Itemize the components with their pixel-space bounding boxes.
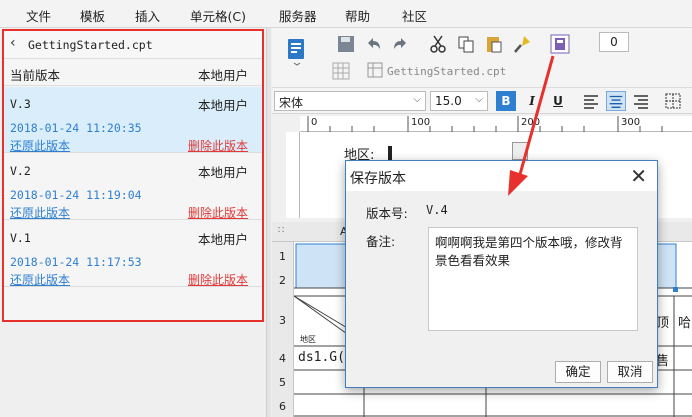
- border-icon[interactable]: [664, 92, 682, 110]
- restore-version-link[interactable]: 还原此版本: [10, 204, 70, 221]
- undo-icon[interactable]: [364, 34, 384, 54]
- version-save-icon[interactable]: [550, 34, 570, 54]
- row-number[interactable]: 3: [279, 314, 286, 327]
- horizontal-ruler: 0 100 200 300: [300, 116, 692, 132]
- cell-region-label: 地区: [300, 335, 316, 344]
- vertical-ruler: [286, 132, 300, 218]
- version-number: V.2: [10, 164, 31, 178]
- version-panel-header: ‹ GettingStarted.cpt: [4, 31, 262, 59]
- menu-community[interactable]: 社区: [402, 6, 427, 25]
- cut-icon[interactable]: [428, 34, 448, 54]
- chevron-down-icon: ⌵: [475, 94, 483, 105]
- version-panel-file-name: GettingStarted.cpt: [28, 38, 153, 52]
- copy-icon[interactable]: [456, 34, 476, 54]
- chevron-down-icon: ⌵: [413, 94, 421, 105]
- main-toolbar: 0 GettingStarted.cpt: [272, 28, 692, 88]
- chevron-left-icon[interactable]: ‹: [10, 35, 16, 51]
- delete-version-link[interactable]: 删除此版本: [188, 137, 248, 154]
- version-timestamp: 2018-01-24 11:19:04: [10, 188, 142, 202]
- row-header: 1 2 3 4 5 6: [272, 242, 294, 417]
- dialog-title: 保存版本: [350, 171, 406, 187]
- menu-template[interactable]: 模板: [80, 6, 105, 25]
- font-name: 宋体: [279, 96, 304, 110]
- new-template-icon[interactable]: [286, 38, 308, 66]
- ruler-tick-label: 0: [311, 117, 318, 128]
- version-timestamp: 2018-01-24 11:17:53: [10, 255, 142, 269]
- parameter-widget[interactable]: [388, 146, 392, 160]
- version-user: 本地用户: [197, 232, 248, 247]
- align-right-icon[interactable]: [632, 92, 650, 110]
- row-number[interactable]: 6: [279, 400, 286, 413]
- font-size-value: 15.0: [435, 94, 462, 108]
- current-version-heading: 当前版本: [10, 68, 61, 83]
- version-timestamp: 2018-01-24 11:20:35: [10, 121, 142, 135]
- row-number[interactable]: 4: [279, 352, 286, 365]
- row-number[interactable]: 1: [279, 250, 286, 263]
- redo-icon[interactable]: [390, 34, 410, 54]
- paste-icon[interactable]: [484, 34, 504, 54]
- note-textarea[interactable]: 啊啊啊我是第四个版本哦，修改背景色看看效果: [428, 227, 638, 331]
- template-tab-label[interactable]: GettingStarted.cpt: [387, 65, 506, 78]
- save-icon[interactable]: [336, 34, 356, 54]
- row-number[interactable]: 2: [279, 274, 286, 287]
- parameter-button[interactable]: [512, 142, 528, 160]
- delete-version-link[interactable]: 删除此版本: [188, 271, 248, 288]
- cancel-button[interactable]: 取消: [607, 361, 653, 383]
- version-list-header: 当前版本 本地用户: [4, 60, 262, 86]
- version-number: V.1: [10, 231, 31, 245]
- save-version-dialog: 保存版本 ✕ 版本号: V.4 备注: 啊啊啊我是第四个版本哦，修改背景色看看效…: [345, 160, 658, 388]
- menu-insert[interactable]: 插入: [135, 6, 160, 25]
- version-user: 本地用户: [197, 165, 248, 180]
- underline-button[interactable]: U: [550, 91, 566, 111]
- note-label: 备注:: [366, 234, 396, 249]
- cell-text[interactable]: 哈: [678, 312, 691, 331]
- grid-corner-icon[interactable]: ∷: [278, 225, 284, 236]
- row-number[interactable]: 5: [279, 376, 286, 389]
- italic-button[interactable]: I: [524, 91, 540, 111]
- delete-version-link[interactable]: 删除此版本: [188, 204, 248, 221]
- menu-server[interactable]: 服务器: [279, 6, 317, 25]
- version-panel: ‹ GettingStarted.cpt 当前版本 本地用户 V.3 本地用户 …: [2, 29, 264, 322]
- version-row-v2[interactable]: V.2 本地用户 2018-01-24 11:19:04 还原此版本 删除此版本: [4, 154, 262, 220]
- counter-field[interactable]: 0: [599, 32, 629, 52]
- version-row-v1[interactable]: V.1 本地用户 2018-01-24 11:17:53 还原此版本 删除此版本: [4, 221, 262, 287]
- restore-version-link[interactable]: 还原此版本: [10, 137, 70, 154]
- ruler-tick-label: 300: [621, 117, 641, 128]
- align-left-icon[interactable]: [582, 92, 600, 110]
- grid-icon[interactable]: [332, 62, 350, 80]
- menu-help[interactable]: 帮助: [345, 6, 370, 25]
- align-center-icon[interactable]: [606, 91, 626, 111]
- font-select[interactable]: 宋体 ⌵: [274, 91, 426, 111]
- panel-splitter[interactable]: [266, 28, 271, 417]
- menu-bar: 文件 模板 插入 单元格(C) 服务器 帮助 社区: [0, 0, 692, 28]
- menu-file[interactable]: 文件: [26, 6, 51, 25]
- cell-formula[interactable]: ds1.G(: [298, 350, 345, 365]
- version-user: 本地用户: [197, 98, 248, 113]
- ruler-tick-label: 100: [411, 117, 431, 128]
- ruler-tick-label: 200: [521, 117, 541, 128]
- panel-empty-area: [0, 324, 268, 417]
- bold-button[interactable]: B: [496, 91, 516, 111]
- version-number-value: V.4: [426, 203, 448, 217]
- version-number: V.3: [10, 97, 31, 111]
- format-painter-icon[interactable]: [512, 34, 532, 54]
- version-row-v3[interactable]: V.3 本地用户 2018-01-24 11:20:35 还原此版本 删除此版本: [4, 87, 262, 153]
- close-icon[interactable]: ✕: [630, 164, 647, 188]
- local-user-heading: 本地用户: [197, 68, 248, 83]
- version-number-label: 版本号:: [366, 206, 408, 221]
- dialog-body: 版本号: V.4 备注: 啊啊啊我是第四个版本哦，修改背景色看看效果 确定 取消: [346, 191, 657, 387]
- restore-version-link[interactable]: 还原此版本: [10, 271, 70, 288]
- font-size-select[interactable]: 15.0 ⌵: [430, 91, 488, 111]
- confirm-button[interactable]: 确定: [555, 361, 601, 383]
- format-toolbar: 宋体 ⌵ 15.0 ⌵ B I U: [272, 88, 692, 114]
- menu-cell[interactable]: 单元格(C): [190, 6, 246, 25]
- dialog-title-bar: 保存版本 ✕: [346, 161, 657, 191]
- template-tab-icon: [367, 62, 383, 78]
